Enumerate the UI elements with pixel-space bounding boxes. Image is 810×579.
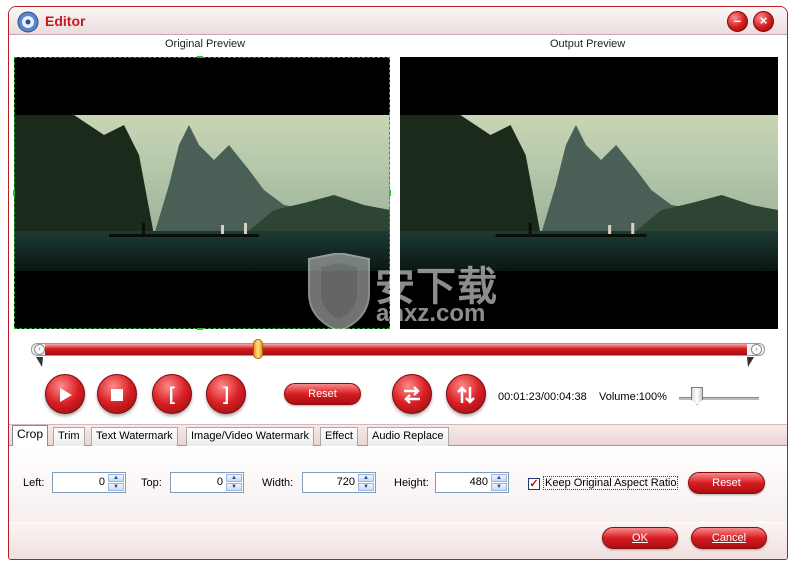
timeline-selected-range	[45, 344, 747, 355]
set-start-button[interactable]: [	[152, 374, 192, 414]
top-spinbox[interactable]: 0 ▲ ▼	[170, 472, 244, 493]
crop-handle[interactable]	[385, 190, 391, 196]
left-bracket-icon: [	[169, 384, 175, 404]
width-spinbox[interactable]: 720 ▲ ▼	[302, 472, 376, 493]
width-value: 720	[336, 476, 355, 488]
window-title: Editor	[45, 13, 86, 29]
tab-effect[interactable]: Effect	[320, 427, 358, 446]
flip-vertical-button[interactable]	[446, 374, 486, 414]
top-value: 0	[216, 476, 223, 488]
output-video-frame	[400, 115, 778, 271]
trim-start-marker[interactable]	[36, 357, 43, 367]
minimize-icon[interactable]: –	[727, 11, 748, 32]
tab-audio-replace[interactable]: Audio Replace	[367, 427, 449, 446]
flip-horizontal-button[interactable]	[392, 374, 432, 414]
app-icon	[17, 11, 39, 33]
keep-aspect-ratio-label[interactable]: Keep Original Aspect Ratio	[543, 476, 679, 490]
watermark-url: anxz.com	[376, 300, 486, 327]
tab-crop[interactable]: Crop	[12, 425, 49, 447]
title-bar: Editor – ×	[9, 7, 787, 35]
stop-icon	[111, 389, 123, 401]
swap-horizontal-icon	[404, 386, 420, 404]
timeline-end-cap-icon: ›	[751, 344, 762, 355]
spin-up-icon[interactable]: ▲	[491, 474, 507, 482]
height-spinbox[interactable]: 480 ▲ ▼	[435, 472, 509, 493]
stop-button[interactable]	[97, 374, 137, 414]
reset-crop-button[interactable]: Reset	[688, 472, 765, 494]
spin-up-icon[interactable]: ▲	[358, 474, 374, 482]
top-label: Top:	[141, 477, 162, 489]
spin-down-icon[interactable]: ▼	[358, 483, 374, 491]
timeline-playhead[interactable]	[253, 339, 263, 359]
spin-down-icon[interactable]: ▼	[491, 483, 507, 491]
spin-down-icon[interactable]: ▼	[108, 483, 124, 491]
tab-trim[interactable]: Trim	[53, 427, 85, 446]
height-label: Height:	[394, 477, 429, 489]
tab-image-video-watermark[interactable]: Image/Video Watermark	[186, 427, 314, 446]
left-value: 0	[98, 476, 105, 488]
spin-up-icon[interactable]: ▲	[226, 474, 242, 482]
set-end-button[interactable]: ]	[206, 374, 246, 414]
width-label: Width:	[262, 477, 294, 489]
reset-trim-button[interactable]: Reset	[284, 383, 361, 405]
height-value: 480	[469, 476, 488, 488]
spin-down-icon[interactable]: ▼	[226, 483, 242, 491]
timeline-start-cap-icon: ‹	[34, 344, 45, 355]
volume-label: Volume:100%	[599, 391, 667, 403]
output-preview-caption: Output Preview	[550, 38, 626, 50]
left-spinbox[interactable]: 0 ▲ ▼	[52, 472, 126, 493]
trim-end-marker[interactable]	[747, 357, 754, 367]
play-icon	[60, 388, 72, 402]
crop-handle[interactable]	[197, 324, 203, 330]
crop-handle[interactable]	[197, 56, 203, 62]
spin-up-icon[interactable]: ▲	[108, 474, 124, 482]
editor-window: Editor – × Original Preview Output Previ…	[8, 6, 788, 560]
original-preview-caption: Original Preview	[165, 38, 246, 50]
left-label: Left:	[23, 477, 45, 489]
swap-vertical-icon	[457, 386, 475, 404]
volume-slider-thumb[interactable]	[691, 387, 703, 405]
right-bracket-icon: ]	[223, 384, 229, 404]
cancel-button[interactable]: Cancel	[691, 527, 767, 549]
ok-button[interactable]: OK	[602, 527, 678, 549]
close-icon[interactable]: ×	[753, 11, 774, 32]
time-display: 00:01:23/00:04:38	[498, 391, 587, 403]
play-button[interactable]	[45, 374, 85, 414]
crop-handle[interactable]	[13, 190, 19, 196]
tab-text-watermark[interactable]: Text Watermark	[91, 427, 178, 446]
keep-aspect-ratio-checkbox[interactable]: ✓	[528, 478, 540, 490]
